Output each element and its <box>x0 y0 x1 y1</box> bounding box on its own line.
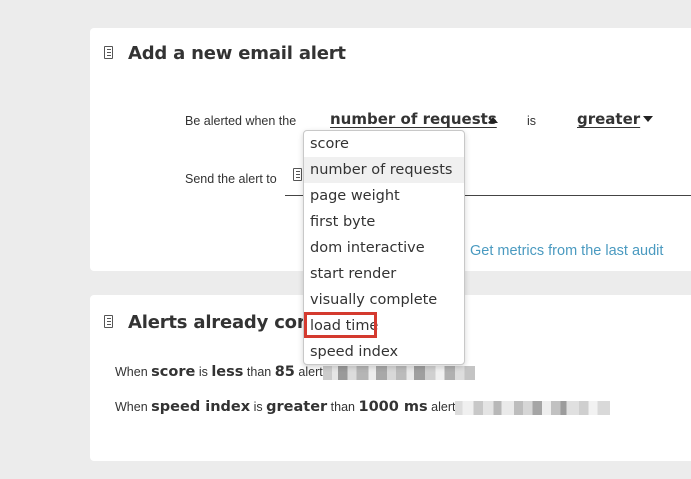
add-alert-title: Add a new email alert <box>128 43 346 64</box>
dropdown-option-number-of-requests[interactable]: number of requests <box>304 157 464 183</box>
dropdown-option-dom-interactive[interactable]: dom interactive <box>304 235 464 261</box>
alert-row: When speed index is greater than 1000 ms… <box>115 399 611 415</box>
alert-than: than <box>330 400 356 414</box>
dropdown-option-score[interactable]: score <box>304 131 464 157</box>
document-icon <box>104 46 113 59</box>
alert-than: than <box>246 365 272 379</box>
alert-row: When score is less than 85 alert <box>115 364 475 380</box>
alert-alert: alert <box>298 365 323 379</box>
comparator-select[interactable]: greater <box>577 110 640 128</box>
alert-value: 85 <box>274 364 295 380</box>
document-icon <box>104 315 113 328</box>
alert-is: is <box>198 365 208 379</box>
dropdown-option-first-byte[interactable]: first byte <box>304 209 464 235</box>
redacted-email <box>455 400 611 415</box>
is-label: is <box>527 114 537 128</box>
alert-when: When <box>115 365 148 379</box>
alert-when: When <box>115 400 148 414</box>
alert-metric: score <box>151 364 196 380</box>
get-metrics-link[interactable]: Get metrics from the last audit <box>470 243 663 259</box>
existing-alerts-title: Alerts already confi <box>128 312 324 333</box>
dropdown-option-visually-complete[interactable]: visually complete <box>304 287 464 313</box>
highlight-annotation-box <box>304 312 377 338</box>
email-recipient-icon <box>293 168 302 181</box>
redacted-email <box>322 365 475 380</box>
dropdown-option-speed-index[interactable]: speed index <box>304 339 464 365</box>
be-alerted-label: Be alerted when the <box>185 114 297 128</box>
metric-select[interactable]: number of requests <box>330 110 497 128</box>
alert-metric: speed index <box>151 399 251 415</box>
chevron-down-icon[interactable] <box>643 116 653 122</box>
caret-up-icon[interactable] <box>488 117 498 123</box>
alert-is: is <box>253 400 263 414</box>
dropdown-option-start-render[interactable]: start render <box>304 261 464 287</box>
alert-comparator: less <box>211 364 244 380</box>
dropdown-option-page-weight[interactable]: page weight <box>304 183 464 209</box>
alert-comparator: greater <box>266 399 328 415</box>
alert-value: 1000 ms <box>358 399 428 415</box>
alert-alert: alert <box>431 400 456 414</box>
send-alert-label: Send the alert to <box>185 172 277 186</box>
